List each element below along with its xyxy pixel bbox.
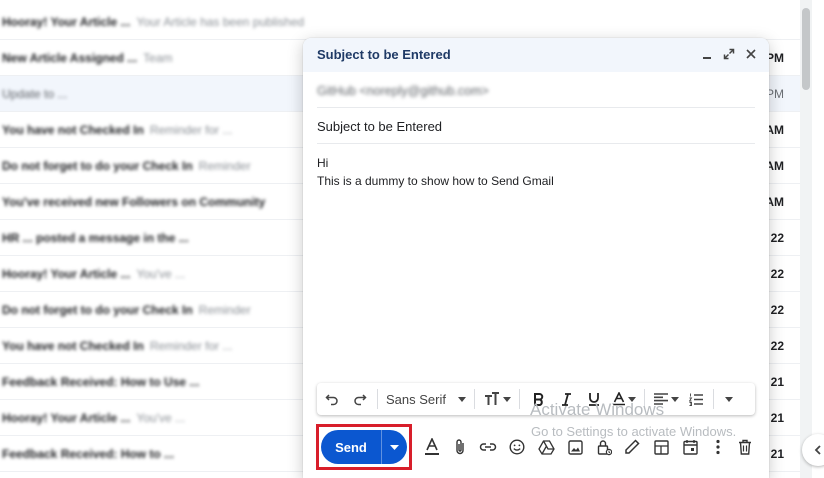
recipient-chip[interactable]: GitHub <noreply@github.com> [317,84,489,98]
gmail-window: Hooray! Your Article ... Your Article has… [0,0,824,478]
chevron-left-icon [812,444,824,456]
attach-file-icon[interactable] [449,436,471,458]
divider [519,389,520,409]
list-item[interactable]: Hooray! Your Article ... Your Article has… [0,4,800,40]
compose-header[interactable]: Subject to be Entered [303,38,769,72]
google-drive-icon[interactable] [535,436,557,458]
sender: You have not Checked In [2,339,144,353]
close-icon[interactable] [743,45,759,63]
divider [377,389,378,409]
set-up-time-to-meet-icon[interactable] [679,436,701,458]
send-button-group: Send [321,430,407,464]
snippet: Reminder [198,159,251,173]
formatting-options-icon[interactable] [421,436,443,458]
redo-icon[interactable] [347,387,373,411]
caret-down-icon [390,444,399,450]
snippet: You've ... [136,411,186,425]
divider [474,389,475,409]
scrollbar-thumb[interactable] [802,8,810,90]
sender: Do not forget to do your Check In [2,159,193,173]
minimize-icon[interactable] [699,45,715,63]
sender: Hooray! Your Article ... [2,267,131,281]
activation-watermark-title: Activate Windows [530,400,665,419]
caret-down-icon [458,396,466,402]
sender: Update to ... [2,87,68,101]
layouts-icon[interactable] [650,436,672,458]
snippet: Reminder for ... [149,339,233,353]
sender: Hooray! Your Article ... [2,15,131,29]
snippet: Your Article has been published [136,15,305,29]
sender: Feedback Received: How to ... [2,447,175,461]
body-line: This is a dummy to show how to Send Gmai… [317,174,554,188]
insert-signature-icon[interactable] [621,436,643,458]
body-line: Hi [317,156,329,170]
font-family-select[interactable]: Sans Serif [382,387,470,411]
confidential-mode-icon[interactable] [593,436,615,458]
snippet: Reminder [198,303,251,317]
numbered-list-icon[interactable] [683,387,709,411]
compose-title: Subject to be Entered [317,47,451,62]
caret-down-icon [670,396,679,402]
sender: You've received new Followers on Communi… [2,195,266,209]
more-formatting-button[interactable] [718,387,740,411]
subject-field[interactable]: Subject to be Entered [317,110,755,144]
subject-value: Subject to be Entered [317,119,443,134]
insert-emoji-icon[interactable] [506,436,528,458]
snippet: You've ... [136,267,186,281]
sender: Feedback Received: How to Use ... [2,375,200,389]
snippet: Reminder for ... [149,123,233,137]
caret-down-icon [502,396,511,402]
discard-draft-icon[interactable] [734,436,756,458]
undo-icon[interactable] [317,387,347,411]
sender: Hooray! Your Article ... [2,411,131,425]
expand-icon[interactable] [721,45,737,63]
caret-down-icon [725,396,733,402]
send-button[interactable]: Send [321,430,382,464]
divider [713,389,714,409]
more-options-icon[interactable] [707,436,729,458]
sender: New Article Assigned ... [2,51,138,65]
text-size-icon [484,392,500,406]
sender: Do not forget to do your Check In [2,303,193,317]
snippet: Team [143,51,173,65]
sender: HR ... posted a message in the ... [2,231,189,245]
text-size-button[interactable] [479,387,515,411]
message-body[interactable]: Hi This is a dummy to show how to Send G… [303,150,769,378]
insert-photo-icon[interactable] [564,436,586,458]
insert-link-icon[interactable] [477,436,499,458]
to-field[interactable]: GitHub <noreply@github.com> [317,74,755,108]
font-family-value: Sans Serif [386,391,446,407]
sender: You have not Checked In [2,123,144,137]
